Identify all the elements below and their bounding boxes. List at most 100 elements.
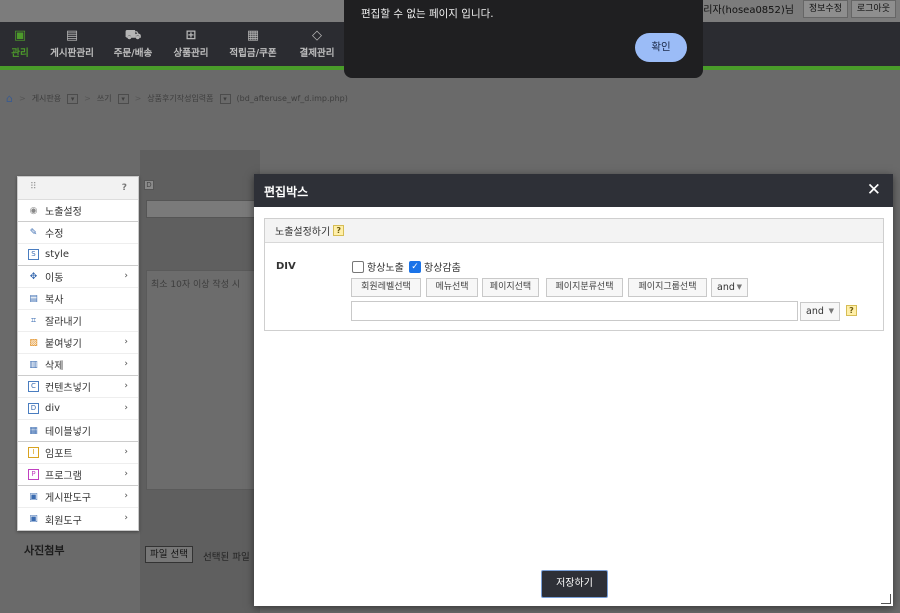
home-icon[interactable]: ⌂ — [6, 92, 13, 105]
context-menu-header[interactable]: ⠿ ? — [18, 177, 138, 200]
chevron-right-icon: › — [124, 337, 128, 347]
menu-item-style[interactable]: Sstyle — [18, 244, 138, 266]
always-show-checkbox[interactable]: 항상노출 — [352, 259, 404, 274]
menu-label: 테이블넣기 — [45, 427, 91, 438]
chevron-right-icon: › — [124, 447, 128, 457]
and-select[interactable]: and ▼ — [711, 278, 748, 297]
nav-item-product[interactable]: ⊞ 상품관리 — [162, 22, 220, 66]
menu-item-insert-table[interactable]: ▦ 테이블넣기 — [18, 420, 138, 442]
content-icon: C — [28, 381, 39, 392]
select-value: and — [806, 306, 824, 317]
help-icon[interactable]: ? — [846, 305, 857, 316]
member-level-button[interactable]: 회원레벨선택 — [351, 278, 421, 297]
menu-select-button[interactable]: 메뉴선택 — [426, 278, 478, 297]
file-select-button[interactable]: 파일 선택 — [145, 546, 193, 563]
checkbox-label: 항상감춤 — [424, 263, 461, 274]
breadcrumb-item[interactable]: 상품후기작성입력폼 — [147, 93, 213, 104]
gear-icon: ▣ — [13, 28, 27, 43]
chevron-right-icon: › — [124, 469, 128, 479]
move-icon: ✥ — [29, 271, 38, 282]
breadcrumb-item[interactable]: 쓰기 — [97, 93, 112, 104]
menu-item-paste[interactable]: ▨ 붙여넣기 › — [18, 332, 138, 354]
nav-item-points[interactable]: ▦ 적립금/쿠폰 — [220, 22, 286, 66]
chevron-down-icon[interactable]: ▾ — [67, 93, 79, 104]
chevron-down-icon[interactable]: ▾ — [219, 93, 231, 104]
modal-title: 편집박스 — [264, 185, 309, 199]
import-icon: I — [28, 447, 39, 458]
program-icon: P — [28, 469, 39, 480]
chevron-right-icon: › — [124, 491, 128, 501]
menu-item-import[interactable]: I 임포트 › — [18, 442, 138, 464]
menu-item-member-tools[interactable]: ▣ 회원도구 › — [18, 508, 138, 530]
nav-item-admin[interactable]: ▣ 관리 — [0, 22, 40, 66]
modal-header[interactable]: 편집박스 ✕ — [254, 174, 893, 207]
menu-item-visibility[interactable]: ◉ 노출설정 — [18, 200, 138, 222]
nav-item-payment[interactable]: ◇ 결제관리 — [286, 22, 348, 66]
nav-item-order[interactable]: ⛟ 주문/배송 — [104, 22, 162, 66]
edit-info-button[interactable]: 정보수정 — [802, 0, 848, 18]
chevron-right-icon: › — [124, 381, 128, 391]
menu-item-board-tools[interactable]: ▣ 게시판도구 › — [18, 486, 138, 508]
chevron-right-icon: › — [124, 359, 128, 369]
coupon-icon: ▦ — [246, 28, 260, 43]
review-textarea[interactable]: 최소 10자 이상 작성 시 — [146, 270, 258, 490]
table-icon: ▦ — [29, 425, 38, 436]
help-icon[interactable]: ? — [333, 225, 345, 236]
edit-box-modal: 편집박스 ✕ 노출설정하기 ? DIV 항상노출 ✓ 항상감춤 회원레벨선택 메… — [254, 174, 893, 606]
member-tool-icon: ▣ — [29, 514, 38, 524]
menu-label: 프로그램 — [45, 471, 82, 482]
alert-ok-button[interactable]: 확인 — [635, 33, 687, 62]
nav-label: 상품관리 — [173, 48, 209, 59]
menu-item-insert-content[interactable]: C 컨텐츠넣기 › — [18, 376, 138, 398]
close-icon[interactable]: ✕ — [867, 180, 881, 200]
page-group-button[interactable]: 페이지그룹선택 — [628, 278, 707, 297]
breadcrumb-item[interactable]: 게시판용 — [32, 93, 61, 104]
drag-handle-icon[interactable]: ⠿ — [30, 182, 37, 192]
logout-button[interactable]: 로그아웃 — [850, 0, 896, 18]
chevron-down-icon: ▼ — [828, 307, 834, 315]
page-category-button[interactable]: 페이지분류선택 — [546, 278, 623, 297]
eye-icon: ◉ — [29, 205, 38, 216]
truck-icon: ⛟ — [124, 28, 142, 43]
style-icon: S — [28, 249, 39, 260]
page-select-button[interactable]: 페이지선택 — [482, 278, 539, 297]
nav-label: 관리 — [11, 48, 29, 59]
nav-item-board[interactable]: ▤ 게시판관리 — [40, 22, 104, 66]
always-hide-checkbox[interactable]: ✓ 항상감춤 — [409, 259, 461, 274]
gift-icon: ⊞ — [185, 28, 197, 43]
file-note: 선택된 파일 — [203, 552, 250, 563]
div-icon: D — [28, 403, 39, 414]
menu-label: 수정 — [45, 229, 64, 240]
condition-input[interactable] — [351, 301, 798, 321]
menu-label: 컨텐츠넣기 — [45, 383, 91, 394]
user-greeting: 관리자(hosea0852)님 — [694, 5, 794, 16]
help-icon[interactable]: ? — [122, 183, 127, 193]
menu-label: 이동 — [45, 273, 64, 284]
menu-label: 붙여넣기 — [45, 339, 82, 350]
menu-label: style — [45, 249, 69, 260]
menu-item-edit[interactable]: ✎ 수정 — [18, 222, 138, 244]
menu-item-div[interactable]: Ddiv › — [18, 398, 138, 420]
alert-dialog: 편집할 수 없는 페이지 입니다. 확인 — [344, 0, 703, 78]
menu-item-program[interactable]: P 프로그램 › — [18, 464, 138, 486]
checkbox-box[interactable] — [352, 260, 364, 273]
menu-item-move[interactable]: ✥ 이동 › — [18, 266, 138, 288]
title-input[interactable] — [146, 200, 258, 218]
menu-label: 삭제 — [45, 361, 64, 372]
chevron-right-icon: › — [124, 403, 128, 413]
paste-icon: ▨ — [29, 337, 38, 348]
chevron-down-icon[interactable]: ▾ — [117, 93, 129, 104]
save-button[interactable]: 저장하기 — [541, 570, 608, 598]
copy-icon: ▤ — [29, 293, 38, 304]
check-icon[interactable]: ✓ — [409, 260, 421, 273]
crop-icon: ⌗ — [30, 315, 37, 326]
chevron-right-icon: › — [124, 513, 128, 523]
menu-item-copy[interactable]: ▤ 복사 — [18, 288, 138, 310]
resize-handle-icon[interactable] — [881, 594, 891, 604]
menu-item-cut[interactable]: ⌗ 잘라내기 — [18, 310, 138, 332]
menu-label: 노출설정 — [45, 207, 82, 218]
menu-label: 임포트 — [45, 449, 73, 460]
and-select-2[interactable]: and ▼ — [800, 302, 840, 321]
alert-message: 편집할 수 없는 페이지 입니다. — [361, 8, 494, 20]
menu-item-delete[interactable]: ▥ 삭제 › — [18, 354, 138, 376]
